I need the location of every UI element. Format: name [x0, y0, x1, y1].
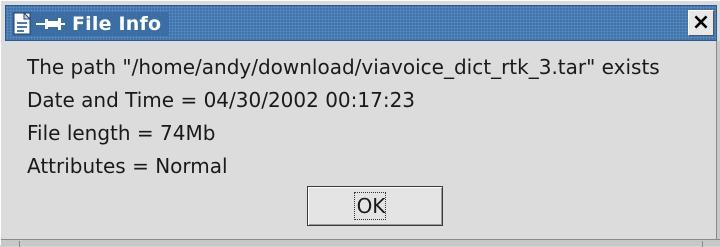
dialog-content: The path "/home/andy/download/viavoice_d… [5, 41, 717, 239]
title-bar[interactable]: File Info × [5, 5, 717, 41]
path-text: The path "/home/andy/download/viavoice_d… [27, 55, 660, 79]
resize-notch-right [702, 241, 703, 247]
file-length-text: File length = 74Mb [27, 121, 216, 145]
close-icon: × [691, 10, 711, 35]
file-info-dialog: File Info × The path "/home/andy/downloa… [0, 0, 720, 247]
ok-button-label: OK [356, 194, 386, 218]
ok-button[interactable]: OK [307, 186, 443, 226]
resize-notch-left [19, 241, 20, 247]
attributes-text: Attributes = Normal [27, 154, 228, 178]
file-icon[interactable] [12, 11, 34, 36]
date-time-text: Date and Time = 04/30/2002 00:17:23 [27, 88, 416, 112]
window-right-border [716, 41, 720, 239]
pin-icon[interactable] [36, 15, 66, 33]
window-title: File Info [72, 13, 162, 35]
close-button[interactable]: × [688, 10, 714, 36]
title-bar-left: File Info [12, 11, 170, 36]
